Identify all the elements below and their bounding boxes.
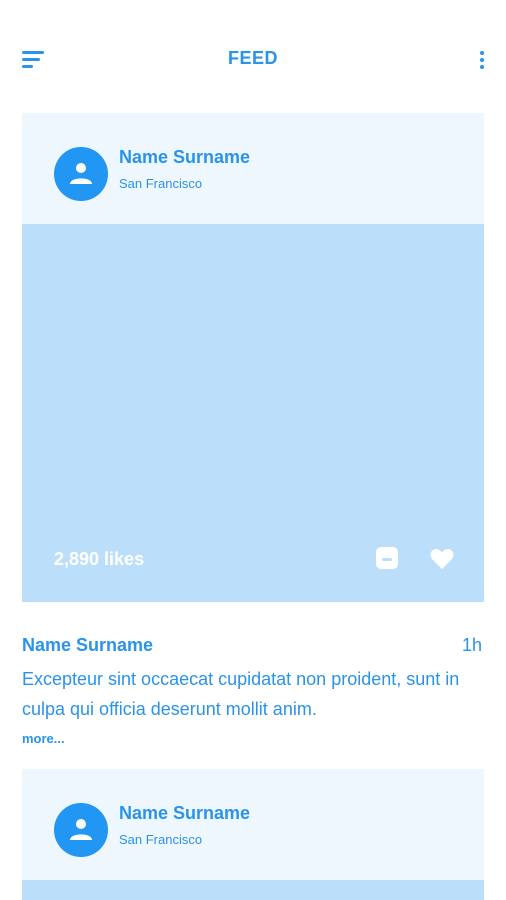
- user-icon: [70, 163, 92, 184]
- user-icon: [70, 819, 92, 840]
- author-name[interactable]: Name Surname: [119, 147, 250, 168]
- author-location: San Francisco: [119, 832, 203, 847]
- more-link[interactable]: more...: [22, 731, 65, 746]
- post-image[interactable]: 2,890 likes: [22, 224, 484, 602]
- likes-count: 2,890 likes: [54, 549, 145, 569]
- post-header: Name Surname San Francisco: [22, 769, 484, 880]
- more-vertical-icon[interactable]: [474, 49, 490, 73]
- dot: [480, 65, 484, 69]
- heart-icon[interactable]: [430, 548, 454, 570]
- author-location: San Francisco: [119, 176, 203, 191]
- avatar[interactable]: [54, 803, 108, 857]
- post-header: Name Surname San Francisco: [22, 113, 484, 224]
- author-name[interactable]: Name Surname: [119, 803, 250, 824]
- top-app-bar: FEED: [0, 0, 506, 118]
- caption-author[interactable]: Name Surname: [22, 635, 153, 656]
- post-timestamp: 1h: [461, 635, 482, 655]
- dot: [480, 51, 484, 55]
- dot: [480, 58, 484, 62]
- page-title: FEED: [227, 48, 278, 68]
- post-image[interactable]: [22, 880, 484, 900]
- post-caption: Excepteur sint occaecat cupidatat non pr…: [22, 669, 460, 719]
- avatar[interactable]: [54, 147, 108, 201]
- comment-icon[interactable]: [376, 547, 398, 569]
